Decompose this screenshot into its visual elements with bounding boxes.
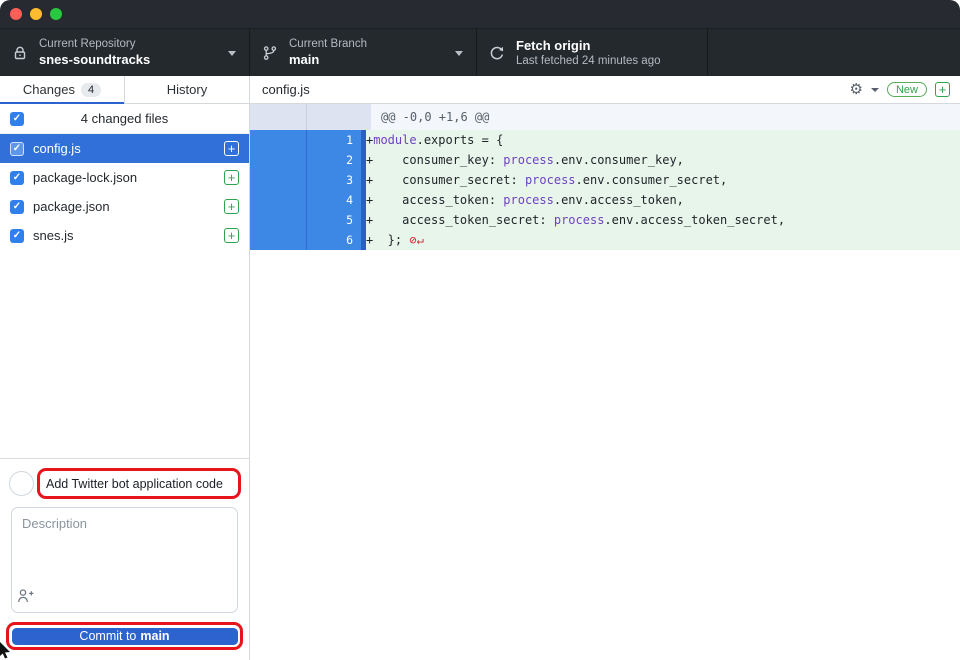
file-list: config.js package-lock.json package.json sn… [0,134,249,250]
diff-lines: 1+module.exports = {2+ consumer_key: pro… [250,130,960,250]
diff-code-text: + consumer_secret: process.env.consumer_… [366,170,960,190]
diff-line[interactable]: 1+module.exports = { [250,130,960,150]
tab-changes-label: Changes [23,82,75,97]
chevron-down-icon [455,51,463,56]
diff-code-text: + }; ⊘↵ [366,230,960,250]
diff-line-number: 5 [307,210,361,230]
file-checkbox[interactable] [10,200,24,214]
commit-button-label: Commit to [79,629,136,643]
file-row[interactable]: snes.js [0,221,249,250]
changes-count-badge: 4 [81,83,101,97]
repository-name: snes-soundtracks [39,52,150,67]
sync-icon [489,45,505,61]
diff-hunk-gutter [250,104,371,130]
diff-line-gutter[interactable]: 4 [250,190,366,210]
commit-to-main-button[interactable]: Commit to main [12,628,238,645]
changed-files-summary-row: 4 changed files [0,104,249,134]
chevron-down-icon[interactable] [871,88,879,92]
diff-code-text: + consumer_key: process.env.consumer_key… [366,150,960,170]
tab-history[interactable]: History [125,76,249,103]
diff-file-name: config.js [262,82,310,97]
file-add-icon[interactable] [224,141,239,156]
diff-line[interactable]: 5+ access_token_secret: process.env.acce… [250,210,960,230]
fetch-origin-button[interactable]: Fetch origin Last fetched 24 minutes ago [477,29,708,76]
diff-line[interactable]: 2+ consumer_key: process.env.consumer_ke… [250,150,960,170]
commit-button-annotation-highlight: Commit to main [6,622,243,650]
diff-line-number: 6 [307,230,361,250]
diff-header: config.js New [250,76,960,104]
commit-description-input[interactable] [11,507,238,613]
zoom-button[interactable] [50,8,62,20]
close-button[interactable] [10,8,22,20]
add-coauthor-icon[interactable] [17,588,34,608]
file-checkbox[interactable] [10,229,24,243]
tab-changes[interactable]: Changes 4 [0,76,125,103]
tab-history-label: History [167,82,207,97]
diff-code-text: + access_token: process.env.access_token… [366,190,960,210]
avatar [9,471,34,496]
branch-name: main [289,52,367,67]
gear-icon[interactable] [850,82,863,97]
chevron-down-icon [228,51,236,56]
changes-sidebar: Changes 4 History 4 changed files config… [0,76,250,660]
diff-line-number: 1 [307,130,361,150]
title-bar [0,0,960,28]
git-branch-icon [262,45,278,61]
file-name: config.js [33,141,224,156]
file-checkbox[interactable] [10,171,24,185]
file-checkbox[interactable] [10,142,24,156]
file-row[interactable]: package-lock.json [0,163,249,192]
toolbar: Current Repository snes-soundtracks Curr… [0,28,960,76]
summary-annotation-highlight [37,468,241,499]
diff-line-gutter[interactable]: 5 [250,210,366,230]
file-name: package.json [33,199,224,214]
diff-code-text: + access_token_secret: process.env.acces… [366,210,960,230]
select-all-checkbox[interactable] [10,112,24,126]
commit-summary-input[interactable] [40,477,238,491]
file-name: package-lock.json [33,170,224,185]
file-add-icon[interactable] [224,228,239,243]
file-name: snes.js [33,228,224,243]
sidebar-tabs: Changes 4 History [0,76,249,104]
file-add-icon[interactable] [224,199,239,214]
mouse-cursor [0,642,12,660]
fetch-title: Fetch origin [516,38,661,53]
current-branch-dropdown[interactable]: Current Branch main [250,29,477,76]
diff-pane: config.js New @@ -0,0 +1,6 @@ 1+module.e… [250,76,960,660]
diff-hunk-text: @@ -0,0 +1,6 @@ [371,104,960,130]
fetch-subtitle: Last fetched 24 minutes ago [516,55,661,67]
diff-hunk-header: @@ -0,0 +1,6 @@ [250,104,960,130]
current-repository-dropdown[interactable]: Current Repository snes-soundtracks [0,29,250,76]
diff-line-gutter[interactable]: 1 [250,130,366,150]
file-add-icon[interactable] [224,170,239,185]
changed-files-count: 4 changed files [0,111,249,126]
diff-line-number: 2 [307,150,361,170]
file-row[interactable]: package.json [0,192,249,221]
commit-panel-divider [0,458,249,459]
diff-line-gutter[interactable]: 3 [250,170,366,190]
file-row[interactable]: config.js [0,134,249,163]
diff-line-gutter[interactable]: 6 [250,230,366,250]
diff-line-number: 4 [307,190,361,210]
diff-line-gutter[interactable]: 2 [250,150,366,170]
lock-icon [12,45,28,61]
diff-line[interactable]: 4+ access_token: process.env.access_toke… [250,190,960,210]
diff-code-text: +module.exports = { [366,130,960,150]
diff-line[interactable]: 3+ consumer_secret: process.env.consumer… [250,170,960,190]
github-desktop-window: Current Repository snes-soundtracks Curr… [0,0,960,660]
repository-label: Current Repository [39,38,150,50]
diff-line-number: 3 [307,170,361,190]
diff-line[interactable]: 6+ }; ⊘↵ [250,230,960,250]
branch-label: Current Branch [289,38,367,50]
minimize-button[interactable] [30,8,42,20]
new-file-badge: New [887,82,927,97]
expand-diff-icon[interactable] [935,82,950,97]
commit-button-branch: main [140,629,169,643]
